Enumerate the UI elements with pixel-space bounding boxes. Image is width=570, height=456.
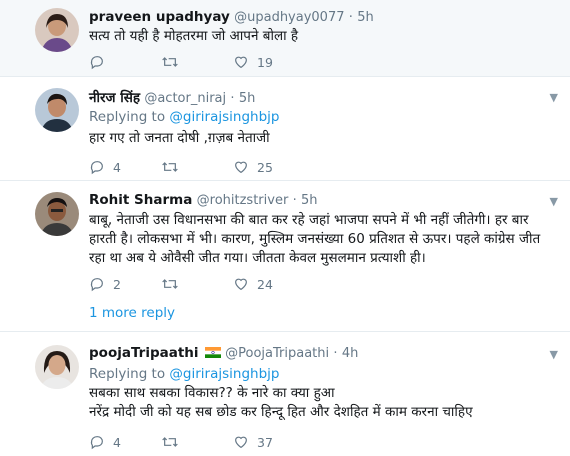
reply-button[interactable]: 2 xyxy=(89,276,161,292)
reply-icon xyxy=(90,278,103,292)
avatar[interactable] xyxy=(35,192,79,236)
replying-to-handle[interactable]: @girirajsinghbjp xyxy=(169,109,279,125)
like-count: 19 xyxy=(257,54,273,70)
tweet-text-line: हार गए तो जनता दोषी ,ग़ज़ब नेताजी xyxy=(89,130,270,146)
reply-button[interactable] xyxy=(89,54,161,70)
retweet-icon xyxy=(162,162,178,172)
chevron-down-icon[interactable]: ▼ xyxy=(550,195,558,208)
tweet-4[interactable]: poojaTripaathi @PoojaTripaathi · 4h ▼ Re… xyxy=(0,332,570,456)
heart-icon xyxy=(235,56,247,69)
separator-dot: · xyxy=(292,193,297,208)
separator-dot: · xyxy=(230,91,235,106)
retweet-icon xyxy=(162,57,178,67)
replying-to-label: Replying to xyxy=(89,366,170,382)
reply-button[interactable]: 4 xyxy=(89,434,161,450)
like-count: 24 xyxy=(257,276,273,292)
user-handle[interactable]: @upadhyay0077 xyxy=(234,10,344,25)
tweet-text-line: हारती है। लोकसभा में भी। कारण, मुस्लिम ज… xyxy=(89,231,541,247)
tweet-text-line: सबका साथ सबका विकास?? के नारे का क्या हु… xyxy=(89,385,335,401)
tweet-3[interactable]: Rohit Sharma @rohitzstriver · 5h ▼ बाबू,… xyxy=(0,181,570,331)
reply-count: 4 xyxy=(113,434,121,450)
reply-button[interactable]: 4 xyxy=(89,159,161,175)
user-handle[interactable]: @PoojaTripaathi xyxy=(225,346,329,361)
tweet-text-line: सत्य तो यही है मोहतरमा जो आपने बोला है xyxy=(89,28,299,44)
display-name[interactable]: नीरज सिंह xyxy=(89,90,140,106)
timestamp[interactable]: 4h xyxy=(342,346,359,361)
like-button[interactable]: 37 xyxy=(233,434,305,450)
display-name[interactable]: Rohit Sharma xyxy=(89,192,192,208)
tweet-1[interactable]: praveen upadhyay @upadhyay0077 · 5h सत्य… xyxy=(0,0,570,76)
heart-icon xyxy=(235,161,247,174)
replying-to-handle[interactable]: @girirajsinghbjp xyxy=(169,366,279,382)
chevron-down-icon[interactable]: ▼ xyxy=(550,348,558,361)
reply-count: 4 xyxy=(113,159,121,175)
display-name[interactable]: praveen upadhyay xyxy=(89,9,230,25)
retweet-button[interactable] xyxy=(161,434,233,450)
avatar[interactable] xyxy=(35,345,79,389)
tweet-text-line: नरेंद्र मोदी जी को यह सब छोड कर हिन्दू ह… xyxy=(89,404,473,420)
timestamp[interactable]: 5h xyxy=(239,91,256,106)
timestamp[interactable]: 5h xyxy=(357,10,374,25)
reply-icon xyxy=(90,436,103,450)
india-flag-icon xyxy=(204,347,221,358)
retweet-button[interactable] xyxy=(161,54,233,70)
like-button[interactable]: 25 xyxy=(233,159,305,175)
retweet-button[interactable] xyxy=(161,159,233,175)
user-handle[interactable]: @rohitzstriver xyxy=(197,193,289,208)
separator-dot: · xyxy=(348,10,353,25)
tweet-2[interactable]: नीरज सिंह @actor_niraj · 5h ▼ Replying t… xyxy=(0,77,570,180)
reply-icon xyxy=(90,161,103,175)
retweet-button[interactable] xyxy=(161,276,233,292)
heart-icon xyxy=(235,436,247,449)
heart-icon xyxy=(235,278,247,291)
user-handle[interactable]: @actor_niraj xyxy=(144,91,226,106)
timestamp[interactable]: 5h xyxy=(301,193,318,208)
reply-icon xyxy=(90,56,103,70)
retweet-icon xyxy=(162,437,178,447)
tweet-text-line: रहा था अब ये ओवैसी जीत गया। जीतता केवल म… xyxy=(89,250,426,266)
like-button[interactable]: 19 xyxy=(233,54,305,70)
separator-dot: · xyxy=(333,346,338,361)
avatar[interactable] xyxy=(35,8,79,52)
retweet-icon xyxy=(162,279,178,289)
display-name[interactable]: poojaTripaathi xyxy=(89,345,199,361)
more-replies-link[interactable]: 1 more reply xyxy=(89,305,175,321)
like-count: 37 xyxy=(257,434,273,450)
avatar[interactable] xyxy=(35,88,79,132)
reply-count: 2 xyxy=(113,276,121,292)
like-button[interactable]: 24 xyxy=(233,276,305,292)
like-count: 25 xyxy=(257,159,273,175)
replying-to-label: Replying to xyxy=(89,109,170,125)
chevron-down-icon[interactable]: ▼ xyxy=(550,91,558,104)
tweet-text-line: बाबू, नेताजी उस विधानसभा की बात कर रहे ज… xyxy=(89,212,529,228)
